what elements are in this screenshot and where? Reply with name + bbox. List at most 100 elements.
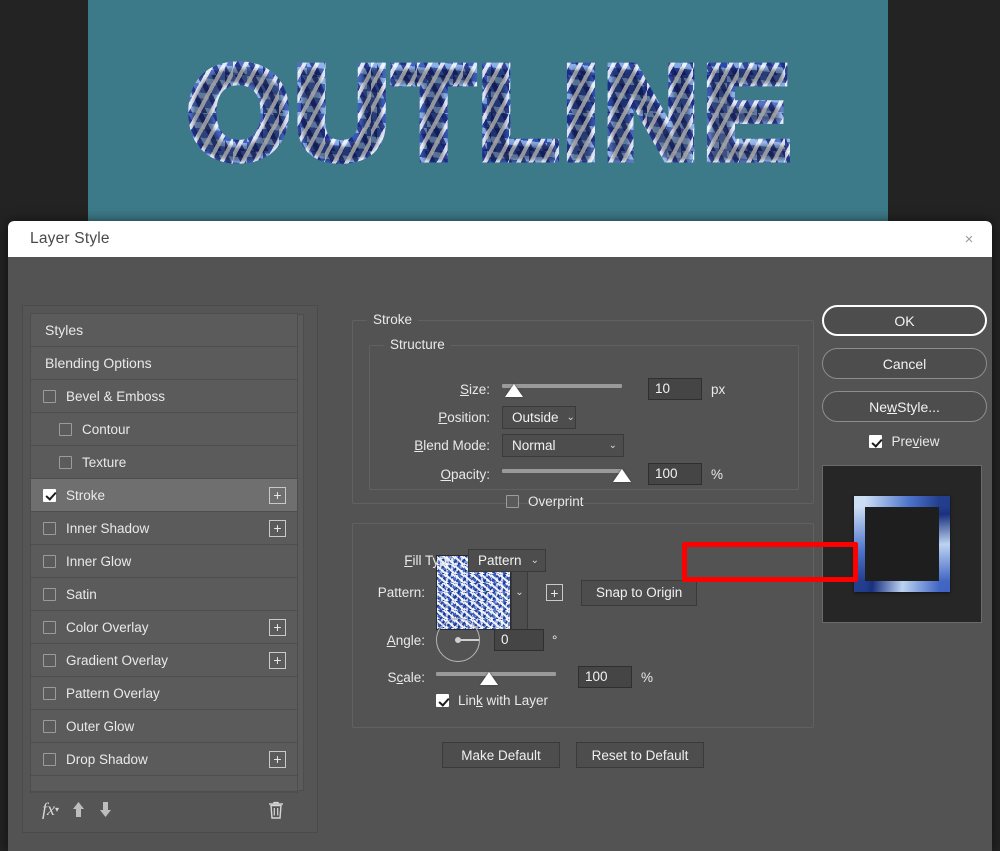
style-checkbox[interactable]: [43, 521, 56, 535]
opacity-input[interactable]: 100: [648, 463, 702, 485]
opacity-row: Opacity: 100 %: [370, 463, 780, 485]
add-effect-plus-icon[interactable]: +: [269, 618, 286, 636]
style-row-outer-glow[interactable]: Outer Glow: [31, 710, 297, 743]
style-row-label: Inner Glow: [66, 553, 132, 569]
style-checkbox[interactable]: [43, 752, 56, 766]
style-checkbox[interactable]: [43, 620, 56, 634]
style-row-inner-shadow[interactable]: Inner Shadow +: [31, 512, 297, 545]
style-checkbox[interactable]: [43, 686, 56, 700]
style-checkbox[interactable]: [43, 389, 56, 403]
link-with-layer-checkbox[interactable]: [436, 694, 449, 707]
style-row-label: Pattern Overlay: [66, 685, 160, 701]
link-with-layer-row[interactable]: Link with Layer: [436, 693, 548, 708]
angle-input[interactable]: 0: [494, 629, 544, 651]
style-row-label: Outer Glow: [66, 718, 135, 734]
dialog-titlebar: Layer Style ×: [8, 221, 992, 257]
fill-type-row: Fill Type: Pattern ⌄: [360, 549, 546, 572]
style-checkbox[interactable]: [43, 587, 56, 601]
preview-checkrow[interactable]: Preview: [869, 434, 940, 449]
scale-input[interactable]: 100: [578, 666, 632, 688]
size-slider-knob[interactable]: [505, 384, 523, 397]
chevron-down-icon: ⌄: [608, 440, 617, 451]
photoshop-canvas-area: OUTLINE: [0, 0, 1000, 225]
style-row-stroke[interactable]: Stroke +: [31, 479, 297, 512]
close-icon[interactable]: ×: [958, 228, 980, 250]
style-row-label: Stroke: [66, 487, 106, 503]
size-row: Size: 10 px: [370, 378, 780, 400]
dialog-actions-column: OK Cancel Ne w Style... Preview: [822, 305, 987, 623]
scale-slider-knob[interactable]: [480, 672, 498, 685]
overprint-checkbox-row[interactable]: Overprint: [506, 494, 584, 509]
opacity-slider[interactable]: [502, 465, 631, 483]
blend-mode-value: Normal: [512, 438, 556, 453]
fx-icon[interactable]: fx ▾: [42, 799, 59, 820]
ok-button[interactable]: OK: [822, 305, 987, 336]
style-row-bevel-emboss[interactable]: Bevel & Emboss: [31, 380, 297, 413]
angle-label: Angle:: [386, 632, 425, 648]
style-row-texture[interactable]: Texture: [31, 446, 297, 479]
style-row-pattern-overlay[interactable]: Pattern Overlay: [31, 677, 297, 710]
preview-checkbox-row[interactable]: Preview: [822, 434, 987, 449]
trash-icon[interactable]: [268, 801, 284, 819]
styles-list-scrollbar[interactable]: [297, 314, 304, 791]
scrollbar-thumb[interactable]: [298, 315, 303, 790]
structure-legend: Structure: [384, 337, 451, 352]
style-row-label: Color Overlay: [66, 619, 149, 635]
angle-dial-hub: [455, 637, 461, 643]
link-with-layer-label: Link with Layer: [458, 693, 549, 708]
scale-row: Scale: 100 %: [365, 666, 653, 688]
make-default-button[interactable]: Make Default: [442, 742, 560, 768]
style-checkbox[interactable]: [59, 455, 72, 469]
style-row-satin[interactable]: Satin: [31, 578, 297, 611]
preview-stroke-square: [854, 496, 950, 592]
scale-slider[interactable]: [436, 668, 556, 686]
opacity-unit: %: [711, 466, 724, 482]
style-row-contour[interactable]: Contour: [31, 413, 297, 446]
opacity-slider-track[interactable]: [502, 469, 622, 473]
style-row-label: Inner Shadow: [66, 520, 150, 536]
style-checkbox[interactable]: [43, 554, 56, 568]
preview-checkbox[interactable]: [869, 435, 883, 448]
size-input[interactable]: 10: [648, 378, 702, 400]
style-checkbox[interactable]: [59, 422, 72, 436]
add-effect-plus-icon[interactable]: +: [269, 519, 286, 537]
style-row-inner-glow[interactable]: Inner Glow: [31, 545, 297, 578]
dialog-title: Layer Style: [30, 230, 110, 247]
scale-unit: %: [641, 669, 654, 685]
add-effect-plus-icon[interactable]: +: [269, 651, 286, 669]
style-row-blending-options[interactable]: Blending Options: [31, 347, 297, 380]
style-row-gradient-overlay[interactable]: Gradient Overlay +: [31, 644, 297, 677]
style-row-label: Texture: [82, 454, 127, 470]
fill-type-dropdown[interactable]: Pattern ⌄: [468, 549, 546, 572]
style-row-label: Contour: [82, 421, 131, 437]
position-row: Position: Outside ⌄: [370, 406, 576, 429]
overprint-checkbox[interactable]: [506, 495, 519, 508]
chevron-down-icon: ⌄: [566, 412, 575, 423]
style-row-label: Bevel & Emboss: [66, 388, 166, 404]
opacity-slider-knob[interactable]: [613, 469, 631, 482]
reset-to-default-button[interactable]: Reset to Default: [576, 742, 704, 768]
stroke-legend: Stroke: [367, 312, 419, 327]
blend-mode-dropdown[interactable]: Normal ⌄: [502, 434, 624, 457]
arrow-down-icon[interactable]: [98, 801, 113, 818]
add-effect-plus-icon[interactable]: +: [269, 750, 286, 768]
blend-mode-label: Blend Mode:: [414, 438, 490, 453]
position-dropdown[interactable]: Outside ⌄: [502, 406, 576, 429]
style-row-label: Satin: [66, 586, 97, 602]
arrow-up-icon[interactable]: [71, 801, 86, 818]
style-row-drop-shadow[interactable]: Drop Shadow +: [31, 743, 297, 776]
style-checkbox[interactable]: [43, 653, 56, 667]
stroke-fieldset: Stroke Structure Size: 10 px Position: O…: [352, 312, 814, 509]
style-checkbox[interactable]: [43, 488, 56, 502]
add-effect-plus-icon[interactable]: +: [269, 486, 286, 504]
size-slider[interactable]: [502, 380, 622, 398]
snap-to-origin-button[interactable]: Snap to Origin: [581, 579, 698, 606]
angle-dial-needle[interactable]: [458, 639, 479, 641]
style-row-color-overlay[interactable]: Color Overlay +: [31, 611, 297, 644]
new-style-button[interactable]: Ne w Style...: [822, 391, 987, 422]
style-row-styles[interactable]: Styles: [31, 314, 297, 347]
cancel-button[interactable]: Cancel: [822, 348, 987, 379]
angle-dial[interactable]: [436, 618, 480, 662]
style-checkbox[interactable]: [43, 719, 56, 733]
new-pattern-preset-button[interactable]: +: [546, 584, 563, 601]
